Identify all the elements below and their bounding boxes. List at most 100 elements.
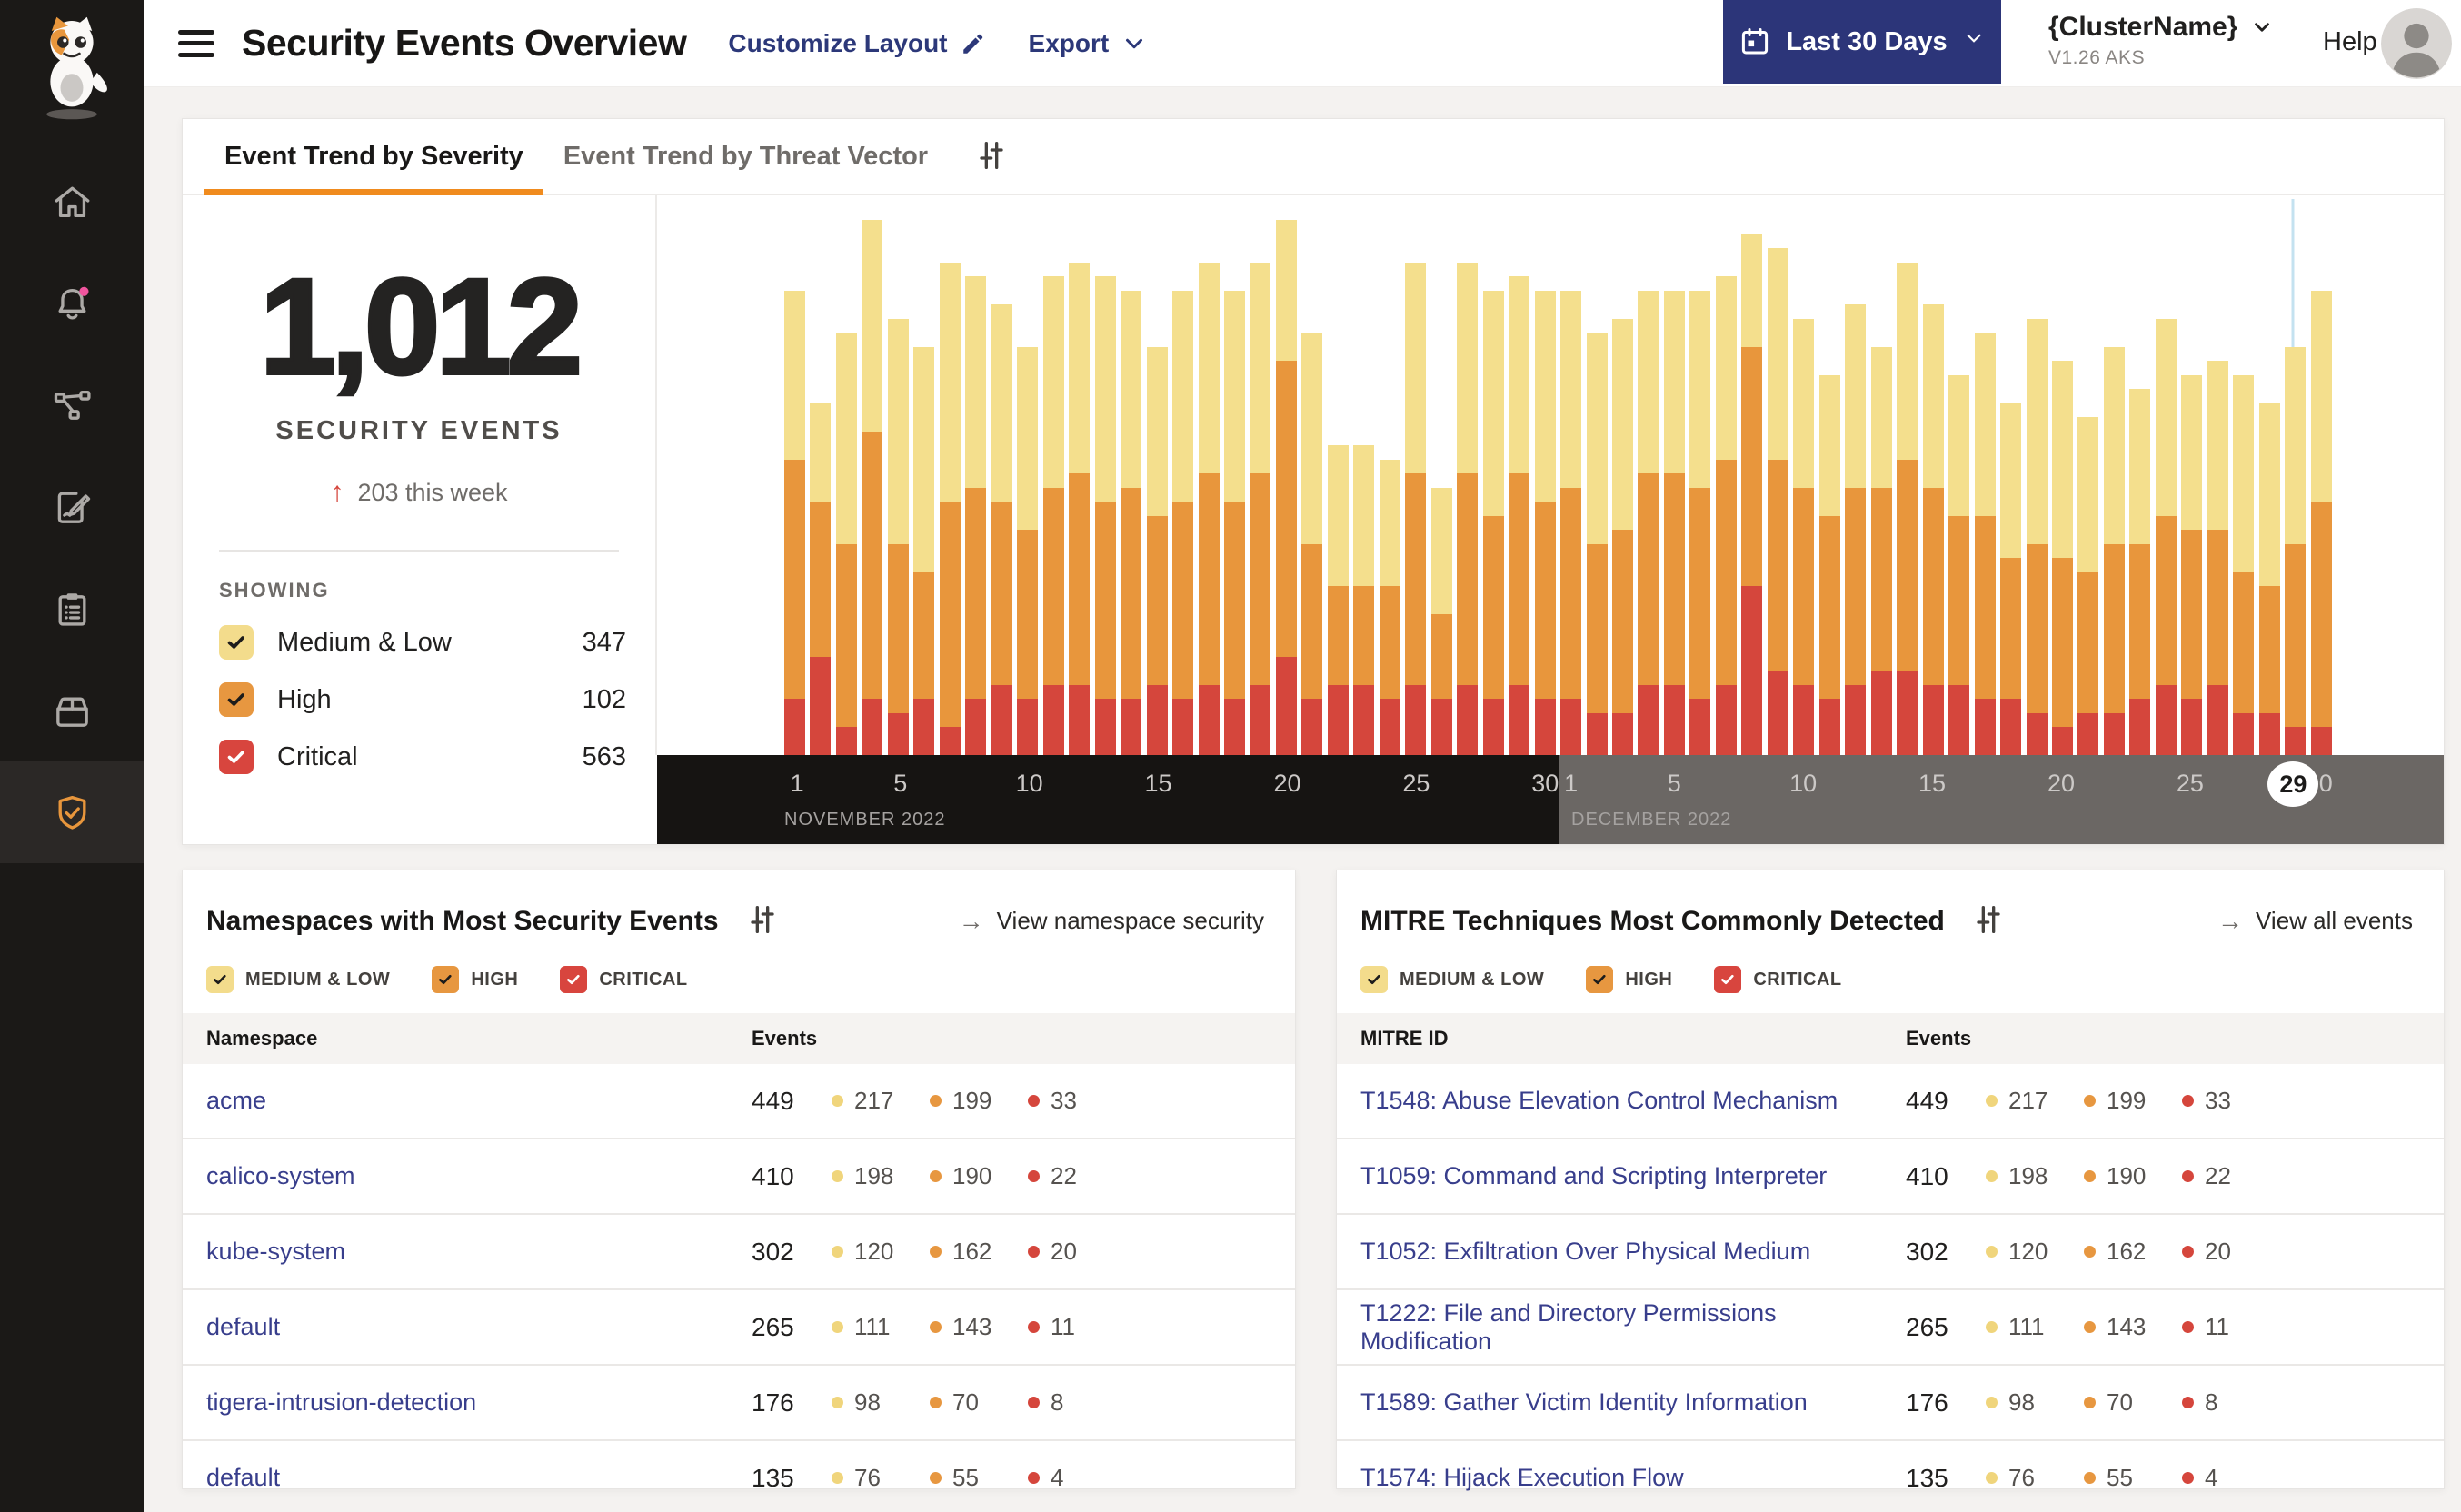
bar-day[interactable] bbox=[2103, 346, 2125, 755]
filter-critical[interactable]: CRITICAL bbox=[1714, 966, 1841, 993]
namespace-link[interactable]: kube-system bbox=[206, 1238, 752, 1266]
menu-hamburger-button[interactable] bbox=[178, 29, 214, 57]
sidebar-item-threat-defense[interactable] bbox=[0, 761, 144, 863]
checkbox-medium-low[interactable] bbox=[206, 966, 234, 993]
bar-day[interactable] bbox=[1250, 262, 1271, 755]
namespace-link[interactable]: default bbox=[206, 1313, 752, 1341]
bar-day[interactable] bbox=[1870, 346, 1892, 755]
sidebar-item-policies[interactable] bbox=[0, 456, 144, 558]
bar-day[interactable] bbox=[1482, 290, 1504, 755]
checkbox-critical[interactable] bbox=[1714, 966, 1742, 993]
bar-day[interactable] bbox=[1845, 304, 1867, 755]
view-namespace-security-link[interactable]: → View namespace security bbox=[959, 907, 1264, 936]
namespace-link[interactable]: calico-system bbox=[206, 1162, 752, 1190]
checkbox-critical[interactable] bbox=[560, 966, 588, 993]
namespace-link[interactable]: tigera-intrusion-detection bbox=[206, 1388, 752, 1417]
checkbox-high[interactable] bbox=[1586, 966, 1614, 993]
date-range-button[interactable]: Last 30 Days bbox=[1723, 0, 2001, 84]
bar-day[interactable] bbox=[991, 304, 1012, 755]
filter-medium-low[interactable]: MEDIUM & LOW bbox=[206, 966, 390, 993]
sidebar-item-compliance[interactable] bbox=[0, 558, 144, 660]
bar-day[interactable] bbox=[913, 346, 935, 755]
chart-settings-button[interactable] bbox=[970, 134, 1013, 180]
sidebar-item-home[interactable] bbox=[0, 151, 144, 253]
card-settings-button[interactable] bbox=[1967, 898, 2010, 944]
bar-day[interactable] bbox=[1663, 290, 1685, 755]
bar-day[interactable] bbox=[1069, 262, 1091, 755]
mitre-technique-link[interactable]: T1222: File and Directory Permissions Mo… bbox=[1360, 1299, 1906, 1356]
view-all-events-link[interactable]: → View all events bbox=[2217, 907, 2413, 936]
severity-toggle-medium-low[interactable]: Medium & Low 347 bbox=[219, 625, 626, 660]
bar-day[interactable] bbox=[1327, 445, 1349, 755]
bar-day[interactable] bbox=[1198, 262, 1220, 755]
filter-high[interactable]: HIGH bbox=[1586, 966, 1672, 993]
bar-day[interactable] bbox=[1121, 290, 1142, 755]
bar-day[interactable] bbox=[2000, 403, 2022, 755]
filter-high[interactable]: HIGH bbox=[432, 966, 518, 993]
bar-day[interactable] bbox=[1818, 374, 1840, 755]
bar-day[interactable] bbox=[835, 333, 857, 755]
bar-day[interactable] bbox=[1586, 333, 1608, 755]
bar-day[interactable] bbox=[2129, 389, 2151, 755]
bar-day[interactable] bbox=[1017, 346, 1039, 755]
checkbox-high[interactable] bbox=[219, 682, 254, 717]
severity-toggle-high[interactable]: High 102 bbox=[219, 682, 626, 717]
cluster-selector[interactable]: {ClusterName} V1.26 AKS bbox=[2048, 12, 2274, 69]
bar-day[interactable] bbox=[965, 276, 987, 755]
bar-day[interactable] bbox=[1301, 333, 1323, 755]
bar-day[interactable] bbox=[1897, 262, 1918, 755]
calico-cat-logo[interactable] bbox=[26, 15, 117, 125]
bar-day[interactable] bbox=[2155, 318, 2177, 755]
bar-day[interactable] bbox=[2310, 290, 2332, 755]
sidebar-item-image-assurance[interactable] bbox=[0, 660, 144, 761]
filter-medium-low[interactable]: MEDIUM & LOW bbox=[1360, 966, 1544, 993]
bar-day[interactable] bbox=[784, 290, 805, 755]
bar-day[interactable] bbox=[1560, 290, 1582, 755]
tab-event-trend-by-threat-vector[interactable]: Event Trend by Threat Vector bbox=[543, 119, 948, 194]
bar-day[interactable] bbox=[1094, 276, 1116, 755]
bar-day[interactable] bbox=[862, 220, 883, 755]
sidebar-item-alerts[interactable] bbox=[0, 253, 144, 354]
mitre-technique-link[interactable]: T1548: Abuse Elevation Control Mechanism bbox=[1360, 1087, 1906, 1115]
bar-day[interactable] bbox=[2026, 318, 2048, 755]
namespace-link[interactable]: acme bbox=[206, 1087, 752, 1115]
user-avatar[interactable] bbox=[2381, 8, 2452, 79]
checkbox-medium-low[interactable] bbox=[219, 625, 254, 660]
bar-day[interactable] bbox=[1275, 220, 1297, 755]
bar-day[interactable] bbox=[2181, 374, 2203, 755]
mitre-technique-link[interactable]: T1052: Exfiltration Over Physical Medium bbox=[1360, 1238, 1906, 1266]
bar-day[interactable] bbox=[887, 318, 909, 755]
severity-toggle-critical[interactable]: Critical 563 bbox=[219, 740, 626, 774]
bar-day[interactable] bbox=[1172, 290, 1194, 755]
export-button[interactable]: Export bbox=[1029, 29, 1149, 58]
sidebar-item-service-graph[interactable] bbox=[0, 354, 144, 456]
bar-day[interactable] bbox=[1509, 276, 1530, 755]
bar-day[interactable] bbox=[1793, 318, 1815, 755]
checkbox-critical[interactable] bbox=[219, 740, 254, 774]
mitre-technique-link[interactable]: T1574: Hijack Execution Flow bbox=[1360, 1464, 1906, 1492]
bar-day[interactable] bbox=[1767, 248, 1788, 755]
bar-day[interactable] bbox=[2077, 417, 2099, 755]
bar-day[interactable] bbox=[1741, 234, 1763, 755]
bar-day[interactable] bbox=[1612, 318, 1633, 755]
mitre-technique-link[interactable]: T1589: Gather Victim Identity Informatio… bbox=[1360, 1388, 1906, 1417]
bar-day[interactable] bbox=[1922, 304, 1944, 755]
bar-day[interactable] bbox=[2207, 361, 2228, 755]
bar-day[interactable] bbox=[1353, 445, 1375, 755]
bar-day[interactable] bbox=[1430, 487, 1452, 755]
bar-day[interactable] bbox=[810, 403, 832, 755]
bar-day[interactable] bbox=[1974, 333, 1996, 755]
checkbox-high[interactable] bbox=[432, 966, 460, 993]
bar-day[interactable] bbox=[1948, 374, 1970, 755]
card-settings-button[interactable] bbox=[741, 898, 784, 944]
bar-day[interactable] bbox=[1146, 346, 1168, 755]
bar-day[interactable] bbox=[1457, 262, 1479, 755]
bar-day[interactable] bbox=[1042, 276, 1064, 755]
bar-day[interactable] bbox=[1715, 276, 1737, 755]
namespace-link[interactable]: default bbox=[206, 1464, 752, 1492]
current-day-pill[interactable]: 29 bbox=[2267, 761, 2319, 807]
bar-day[interactable] bbox=[1223, 290, 1245, 755]
help-link[interactable]: Help bbox=[2317, 26, 2383, 58]
bar-day[interactable] bbox=[1638, 290, 1659, 755]
bar-day[interactable] bbox=[1534, 290, 1556, 755]
